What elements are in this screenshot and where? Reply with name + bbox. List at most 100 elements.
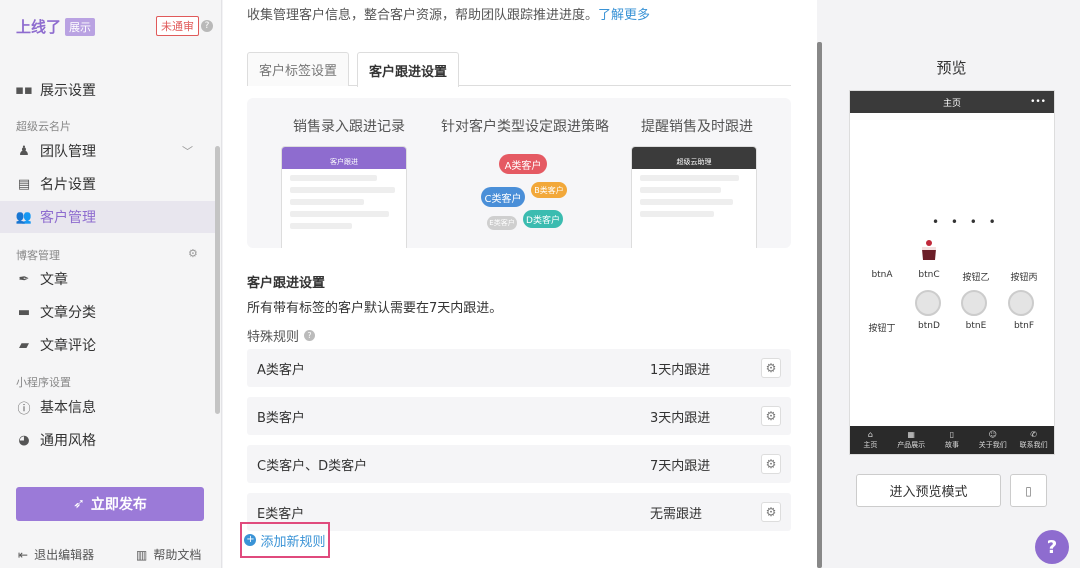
sidebar-item-article-categories[interactable]: ▬ 文章分类 <box>0 296 215 328</box>
feature-title: 提醒销售及时跟进 <box>641 119 753 135</box>
rule-days: 7天内跟进 <box>650 458 711 474</box>
loading-dots: • • • • <box>932 215 1000 229</box>
help-docs-link[interactable]: ▥ 帮助文档 <box>136 546 201 563</box>
cake-icon <box>922 240 936 260</box>
book-icon: ▯ <box>949 430 955 439</box>
mini-line <box>640 175 740 181</box>
chevron-down-icon: ﹀ <box>182 145 193 158</box>
gear-icon[interactable]: ⚙ <box>761 406 781 426</box>
sidebar-item-display-settings[interactable]: ▪▪ 展示设置 <box>0 74 215 106</box>
phone-nav-contact[interactable]: ✆ 联系我们 <box>1013 426 1054 454</box>
help-docs-label: 帮助文档 <box>153 548 202 562</box>
mini-line <box>640 199 733 205</box>
rule-name: B类客户 <box>257 410 305 426</box>
preview-panel: 预览 主页 ••• • • • • btnA btnC 按钮乙 按钮丙 按钮丁 … <box>823 0 1080 568</box>
gear-icon[interactable]: ⚙ <box>761 502 781 522</box>
sidebar-item-label: 通用风格 <box>40 433 96 449</box>
gear-icon[interactable]: ⚙ <box>188 247 198 260</box>
mini-line <box>290 187 396 193</box>
help-float-button[interactable]: ? <box>1035 530 1069 564</box>
btn-c[interactable]: btnC <box>909 270 949 280</box>
tab-customer-follow-up[interactable]: 客户跟进设置 <box>357 52 459 87</box>
learn-more-link[interactable]: 了解更多 <box>598 8 650 23</box>
sidebar-item-customers[interactable]: 👥 客户管理 <box>0 201 215 233</box>
home-icon: ⌂ <box>867 430 873 439</box>
mobile-icon: ▯ <box>1025 483 1032 498</box>
phone-nav-story[interactable]: ▯ 故事 <box>932 426 973 454</box>
gear-icon[interactable]: ⚙ <box>761 358 781 378</box>
phone-title: 主页 <box>942 98 961 109</box>
exit-label: 退出编辑器 <box>34 548 95 562</box>
publish-button[interactable]: ➶ 立即发布 <box>16 487 204 521</box>
info-icon: ⓘ <box>17 401 31 417</box>
mini-line <box>290 211 390 217</box>
main-scrollbar[interactable] <box>817 42 822 568</box>
quill-icon: ✒ <box>18 271 30 287</box>
intro-description: 收集管理客户信息，整合客户资源，帮助团队跟踪推进进度。 <box>247 8 599 23</box>
brand-tag: 展示 <box>65 17 96 36</box>
avatar <box>1008 290 1034 316</box>
preview-title: 预览 <box>936 59 967 77</box>
gear-icon[interactable]: ⚙ <box>761 454 781 474</box>
question-icon[interactable]: ? <box>304 330 316 341</box>
enter-preview-button[interactable]: 进入预览模式 <box>856 474 1001 507</box>
btn-e[interactable]: btnE <box>956 321 996 331</box>
team-icon: ♟ <box>18 143 30 159</box>
sidebar-item-basic-info[interactable]: ⓘ 基本信息 <box>0 391 215 423</box>
btn-a[interactable]: btnA <box>862 270 902 280</box>
rule-row: A类客户 1天内跟进 ⚙ <box>247 349 791 387</box>
phone-nav-home[interactable]: ⌂ 主页 <box>850 426 891 454</box>
rocket-icon: ➶ <box>73 496 85 512</box>
phone-nav-label: 故事 <box>944 441 959 449</box>
exit-editor-link[interactable]: ⇤ 退出编辑器 <box>18 546 94 563</box>
sidebar-scrollbar[interactable] <box>215 146 220 414</box>
folder-icon: ▬ <box>17 304 31 320</box>
comments-icon: ▰ <box>19 337 29 353</box>
sidebar-item-style[interactable]: ◕ 通用风格 <box>0 424 215 456</box>
section-description: 所有带有标签的客户默认需要在7天内跟进。 <box>247 301 503 316</box>
users-icon: 👥 <box>15 209 33 225</box>
rule-name: A类客户 <box>257 362 305 378</box>
help-icon[interactable]: ? <box>201 20 213 32</box>
intro-text: 收集管理客户信息，整合客户资源，帮助团队跟踪推进进度。了解更多 <box>247 4 650 23</box>
btn-d[interactable]: btnD <box>909 321 949 331</box>
plus-circle-icon: + <box>244 534 257 546</box>
mini-phone-status <box>632 147 756 155</box>
sidebar-item-card-settings[interactable]: ▤ 名片设置 <box>0 168 215 200</box>
mini-line <box>290 175 377 181</box>
main-panel: 收集管理客户信息，整合客户资源，帮助团队跟踪推进进度。了解更多 客户标签设置 客… <box>223 0 817 568</box>
section-label-blog: 博客管理 <box>16 249 60 262</box>
section-title: 客户跟进设置 <box>247 276 326 291</box>
mini-line <box>640 211 715 217</box>
feature-title: 销售录入跟进记录 <box>293 119 405 135</box>
btn-ding[interactable]: 按钮丁 <box>862 321 902 334</box>
brand[interactable]: 上线了 展示 <box>16 16 96 37</box>
feature-title: 针对客户类型设定跟进策略 <box>441 119 609 135</box>
sidebar-item-label: 展示设置 <box>40 83 96 99</box>
exit-icon: ⇤ <box>18 547 29 562</box>
phone-icon: ✆ <box>1030 430 1037 439</box>
users-icon: ☺ <box>988 430 997 439</box>
grid-icon: ▦ <box>907 430 915 439</box>
tab-customer-tags[interactable]: 客户标签设置 <box>247 52 349 86</box>
special-rules-text: 特殊规则 <box>247 330 300 345</box>
phone-nav-label: 联系我们 <box>1019 441 1048 449</box>
phone-nav-products[interactable]: ▦ 产品展示 <box>891 426 932 454</box>
pill-a: A类客户 <box>499 154 547 174</box>
grid-icon: ▪▪ <box>15 82 33 98</box>
btn-f[interactable]: btnF <box>1004 321 1044 331</box>
sidebar-item-article-comments[interactable]: ▰ 文章评论 <box>0 329 215 361</box>
phone-nav-about[interactable]: ☺ 关于我们 <box>972 426 1013 454</box>
sidebar-item-articles[interactable]: ✒ 文章 <box>0 263 215 295</box>
btn-bing[interactable]: 按钮丙 <box>1004 270 1044 283</box>
avatar <box>915 290 941 316</box>
phone-preview: 主页 ••• • • • • btnA btnC 按钮乙 按钮丙 按钮丁 btn… <box>849 90 1055 455</box>
mobile-preview-button[interactable]: ▯ <box>1010 474 1047 507</box>
rule-days: 3天内跟进 <box>650 410 711 426</box>
mini-phone-status <box>282 147 406 155</box>
sidebar-item-label: 团队管理 <box>40 144 96 160</box>
btn-yi[interactable]: 按钮乙 <box>956 270 996 283</box>
pill-b: B类客户 <box>531 182 567 198</box>
add-rule-button[interactable]: + 添加新规则 <box>240 522 330 558</box>
sidebar-item-team[interactable]: ♟ 团队管理 ﹀ <box>0 135 215 167</box>
